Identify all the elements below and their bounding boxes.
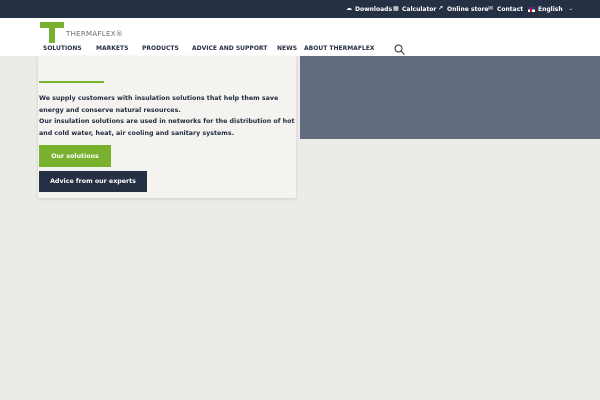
contact-label: Contact	[497, 5, 524, 13]
downloads-label: Downloads	[355, 5, 393, 13]
online-store-link[interactable]: ↗ Online store	[438, 0, 489, 18]
nav-item-about-thermaflex[interactable]: ABOUT THERMAFLEX ⌄	[304, 45, 375, 59]
chevron-down-icon: ⌄	[568, 6, 573, 12]
main-nav: SOLUTIONS ⌄ MARKETS ⌄ PRODUCTS ⌄ ADVICE …	[0, 45, 600, 59]
cloud-download-icon: ☁	[346, 5, 352, 12]
online-store-label: Online store	[447, 5, 489, 13]
language-label: English	[538, 5, 563, 13]
nav-label: MARKETS	[96, 45, 129, 52]
advice-from-experts-button[interactable]: Advice from our experts	[39, 171, 147, 192]
hero-intro-line-1: We supply customers with insulation solu…	[39, 95, 279, 114]
calculator-icon: ▦	[393, 5, 399, 12]
uk-flag-icon	[528, 6, 535, 12]
our-solutions-button[interactable]: Our solutions	[39, 145, 111, 167]
hero-intro-line-2: Our insulation solutions are used in net…	[39, 118, 295, 137]
nav-item-markets[interactable]: MARKETS ⌄	[96, 45, 132, 59]
nav-item-products[interactable]: PRODUCTS ⌄	[142, 45, 182, 59]
utility-bar: ☁ Downloads ▦ Calculator ↗ Online store …	[0, 0, 600, 18]
calculator-label: Calculator	[402, 5, 437, 13]
nav-label: ADVICE AND SUPPORT	[192, 45, 268, 52]
nav-item-news[interactable]: NEWS	[277, 45, 297, 52]
language-selector[interactable]: English ⌄	[528, 0, 573, 18]
external-link-icon: ↗	[438, 5, 444, 12]
hero-intro-text: We supply customers with insulation solu…	[39, 93, 297, 139]
contact-link[interactable]: ✉ Contact	[488, 0, 523, 18]
logo-wordmark: THERMAFLEX®	[66, 30, 124, 38]
nav-label: ABOUT THERMAFLEX	[304, 45, 375, 52]
hero-image	[300, 56, 600, 139]
thermaflex-logo-icon	[40, 22, 64, 43]
downloads-link[interactable]: ☁ Downloads	[346, 0, 392, 18]
nav-label: SOLUTIONS	[43, 45, 82, 52]
calculator-link[interactable]: ▦ Calculator	[393, 0, 436, 18]
accent-divider	[39, 81, 104, 83]
nav-label: PRODUCTS	[142, 45, 179, 52]
nav-item-solutions[interactable]: SOLUTIONS ⌄	[43, 45, 86, 59]
mail-icon: ✉	[488, 5, 494, 12]
search-icon[interactable]	[394, 44, 405, 55]
site-header: THERMAFLEX® SOLUTIONS ⌄ MARKETS ⌄ PRODUC…	[0, 18, 600, 59]
nav-item-advice-and-support[interactable]: ADVICE AND SUPPORT ⌄	[192, 45, 268, 59]
nav-label: NEWS	[277, 45, 298, 52]
